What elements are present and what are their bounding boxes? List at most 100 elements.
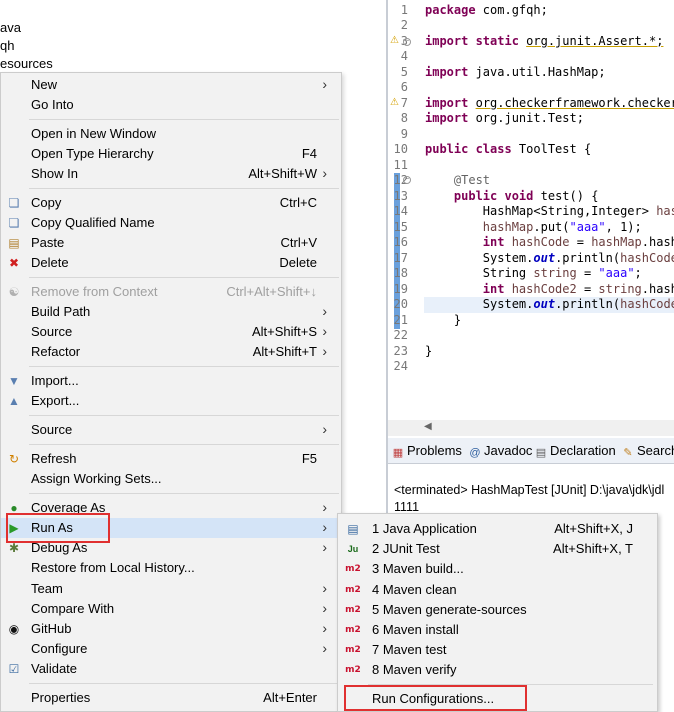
submenu-arrow-icon: › (322, 519, 327, 535)
menu-item-open-type-hierarchy[interactable]: Open Type Hierarchy F4 (1, 144, 341, 164)
menu-item-team[interactable]: Team › (1, 579, 341, 599)
refresh-icon: ↻ (8, 452, 20, 466)
code-editor[interactable]: 1 2 3 4 5 6 7 8 9 10 11 12 13 14 15 16 1… (388, 0, 674, 436)
tab-problems[interactable]: ▦ Problems (392, 443, 462, 461)
menu-item-compare-with[interactable]: Compare With › (1, 599, 341, 619)
menu-separator (29, 683, 339, 684)
export-icon: ▲ (8, 394, 20, 408)
submenu-arrow-icon: › (322, 323, 327, 339)
line-number: 17 (393, 251, 408, 265)
submenu-arrow-icon: › (322, 76, 327, 92)
menu-separator (29, 366, 339, 367)
import-icon: ▼ (8, 374, 20, 388)
menu-item-github[interactable]: ◉ GitHub › (1, 619, 341, 639)
console-header: <terminated> HashMapTest [JUnit] D:\java… (394, 483, 665, 497)
console-output: 1111 (394, 500, 420, 514)
menu-item-copy[interactable]: ❏ Copy Ctrl+C (1, 193, 341, 213)
code-line: } (453, 313, 462, 327)
menu-item-remove-from-context[interactable]: ☯ Remove from Context Ctrl+Alt+Shift+↓ (1, 282, 341, 302)
highlight-run-as (6, 513, 110, 543)
submenu-arrow-icon: › (322, 580, 327, 596)
submenu-item-maven-generate-sources[interactable]: m2 5 Maven generate-sources (338, 600, 657, 620)
menu-item-build-path[interactable]: Build Path › (1, 302, 341, 322)
submenu-arrow-icon: › (322, 499, 327, 515)
code-line: int hashCode = hashMap.hash( (482, 235, 674, 249)
context-menu: New › Go Into Open in New Window Open Typ… (0, 72, 342, 712)
validate-icon: ☑ (8, 662, 20, 676)
menu-item-configure[interactable]: Configure › (1, 639, 341, 659)
menu-item-import[interactable]: ▼ Import... (1, 371, 341, 391)
submenu-item-maven-test[interactable]: m2 7 Maven test (338, 640, 657, 660)
submenu-item-maven-verify[interactable]: m2 8 Maven verify (338, 660, 657, 680)
tab-javadoc[interactable]: @ Javadoc (469, 443, 532, 461)
submenu-arrow-icon: › (322, 539, 327, 555)
maven-icon: m2 (345, 645, 361, 655)
menu-separator (29, 119, 339, 120)
submenu-arrow-icon: › (322, 343, 327, 359)
tree-item[interactable]: qh (0, 38, 14, 53)
submenu-item-maven-build[interactable]: m2 3 Maven build... (338, 559, 657, 579)
tab-search[interactable]: ✎Search (622, 443, 674, 461)
line-number: 5 (400, 65, 408, 79)
line-number: 23 (393, 344, 408, 358)
line-number: 1 (400, 3, 408, 17)
fold-icon[interactable]: − (403, 176, 411, 184)
menu-item-delete[interactable]: ✖ Delete Delete (1, 253, 341, 273)
submenu-item-maven-install[interactable]: m2 6 Maven install (338, 620, 657, 640)
menu-item-source-2[interactable]: Source › (1, 420, 341, 440)
menu-item-paste[interactable]: ▤ Paste Ctrl+V (1, 233, 341, 253)
code-line: public class ToolTest { (425, 142, 592, 156)
menu-item-go-into[interactable]: Go Into (1, 95, 341, 115)
code-line: int hashCode2 = string.hash( (482, 282, 674, 296)
line-number: 10 (393, 142, 408, 156)
submenu-arrow-icon: › (322, 620, 327, 636)
delete-icon: ✖ (8, 256, 20, 270)
submenu-item-junit-test[interactable]: Ju 2 JUnit Test Alt+Shift+X, T (338, 539, 657, 559)
menu-item-refactor[interactable]: Refactor Alt+Shift+T › (1, 342, 341, 362)
menu-item-validate[interactable]: ☑ Validate (1, 659, 341, 679)
menu-item-open-new-window[interactable]: Open in New Window (1, 124, 341, 144)
warning-icon[interactable]: ⚠ (390, 98, 400, 108)
line-number: 6 (400, 80, 408, 94)
menu-item-export[interactable]: ▲ Export... (1, 391, 341, 411)
highlight-run-configurations (344, 685, 527, 711)
menu-item-show-in[interactable]: Show In Alt+Shift+W › (1, 164, 341, 184)
menu-item-new[interactable]: New › (1, 75, 341, 95)
maven-icon: m2 (345, 665, 361, 675)
menu-item-source[interactable]: Source Alt+Shift+S › (1, 322, 341, 342)
warning-icon[interactable]: ⚠ (390, 36, 400, 46)
menu-item-copy-qualified-name[interactable]: ❏ Copy Qualified Name (1, 213, 341, 233)
maven-icon: m2 (345, 625, 361, 635)
submenu-arrow-icon: › (322, 640, 327, 656)
copy-qualified-icon: ❏ (8, 216, 20, 230)
line-number: 9 (400, 127, 408, 141)
submenu-item-maven-clean[interactable]: m2 4 Maven clean (338, 580, 657, 600)
code-line: String string = "aaa"; (482, 266, 642, 280)
submenu-item-java-application[interactable]: ▤ 1 Java Application Alt+Shift+X, J (338, 519, 657, 539)
code-line: HashMap<String,Integer> hash (482, 204, 674, 218)
javadoc-icon: @ (469, 447, 481, 459)
tab-declaration[interactable]: ▤ Declaration (535, 443, 616, 461)
paste-icon: ▤ (8, 236, 20, 250)
menu-item-refresh[interactable]: ↻ Refresh F5 (1, 449, 341, 469)
menu-separator (29, 444, 339, 445)
menu-item-assign-working-sets[interactable]: Assign Working Sets... (1, 469, 341, 489)
line-number: 8 (400, 111, 408, 125)
github-icon: ◉ (8, 622, 20, 636)
menu-item-restore-history[interactable]: Restore from Local History... (1, 558, 341, 578)
code-line: import org.junit.Test; (425, 111, 584, 125)
line-number: 13 (393, 189, 408, 203)
fold-icon[interactable]: − (403, 38, 411, 46)
line-number: 16 (393, 235, 408, 249)
tree-item[interactable]: esources (0, 56, 53, 71)
maven-icon: m2 (345, 585, 361, 595)
line-number: 22 (393, 328, 408, 342)
line-number: 11 (393, 158, 408, 172)
horizontal-scrollbar[interactable]: ◀ (388, 420, 674, 436)
scroll-left-icon[interactable]: ◀ (424, 421, 432, 432)
code-line: public void test() { (453, 189, 599, 203)
code-line: import java.util.HashMap; (425, 65, 606, 79)
menu-separator (29, 493, 339, 494)
menu-item-properties[interactable]: Properties Alt+Enter (1, 688, 341, 708)
tree-item[interactable]: ava (0, 20, 21, 35)
